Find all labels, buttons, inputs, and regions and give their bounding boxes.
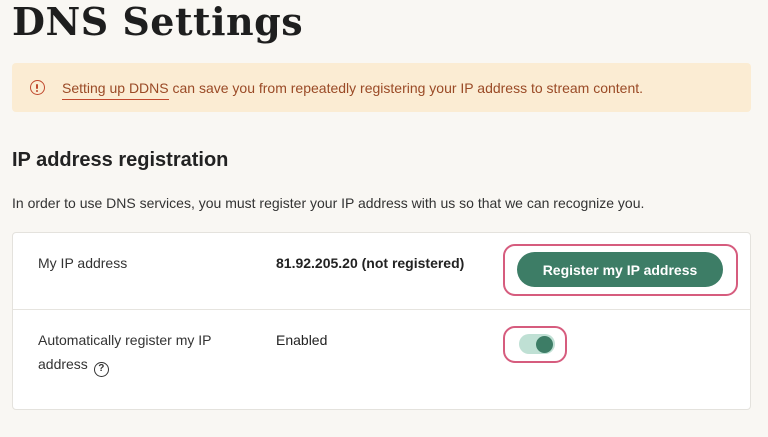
toggle-knob xyxy=(536,335,553,353)
my-ip-label: My IP address xyxy=(38,255,128,271)
notice-text: Setting up DDNS can save you from repeat… xyxy=(62,79,644,100)
row-divider xyxy=(13,309,750,310)
ddns-notice-banner: Setting up DDNS can save you from repeat… xyxy=(12,63,751,112)
help-circle-icon[interactable]: ? xyxy=(93,361,109,377)
page-title: DNS Settings xyxy=(12,0,304,44)
register-ip-button[interactable]: Register my IP address xyxy=(517,252,723,287)
auto-register-label-line2: address xyxy=(38,356,88,372)
auto-register-label: Automatically register my IP address? xyxy=(38,328,212,377)
my-ip-value: 81.92.205.20 (not registered) xyxy=(276,255,465,271)
auto-register-label-line1: Automatically register my IP xyxy=(38,332,212,348)
notice-body: can save you from repeatedly registering… xyxy=(168,79,644,96)
auto-register-status: Enabled xyxy=(276,332,328,348)
section-title: IP address registration xyxy=(12,149,229,171)
section-description: In order to use DNS services, you must r… xyxy=(12,195,645,211)
alert-circle-icon xyxy=(30,80,45,95)
setup-ddns-link[interactable]: Setting up DDNS xyxy=(62,79,169,100)
ip-registration-card: My IP address 81.92.205.20 (not register… xyxy=(12,232,751,410)
auto-register-toggle[interactable] xyxy=(519,334,555,354)
